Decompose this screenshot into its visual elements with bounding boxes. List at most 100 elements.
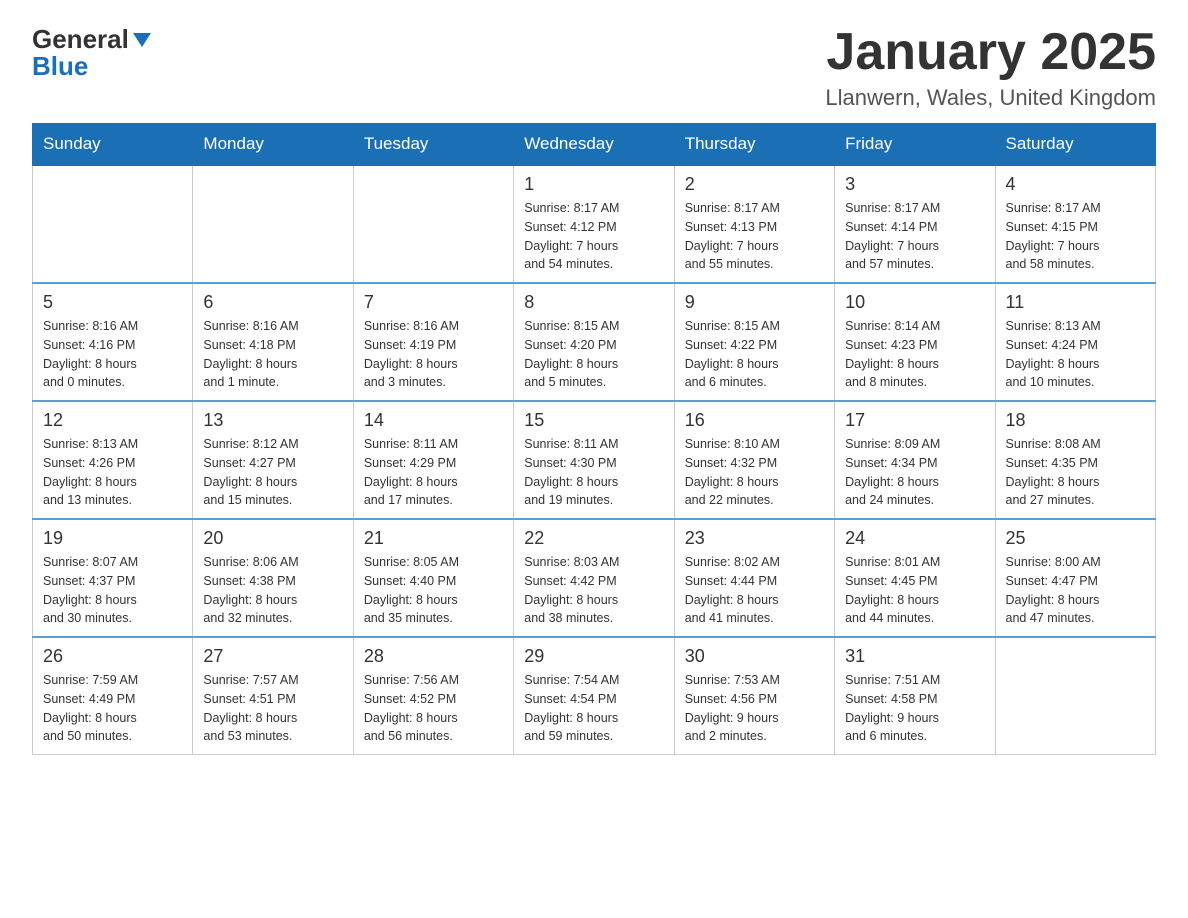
calendar-header-row: SundayMondayTuesdayWednesdayThursdayFrid… <box>33 124 1156 166</box>
header-saturday: Saturday <box>995 124 1155 166</box>
day-number: 29 <box>524 646 663 667</box>
day-info: Sunrise: 7:51 AM Sunset: 4:58 PM Dayligh… <box>845 671 984 746</box>
day-number: 1 <box>524 174 663 195</box>
calendar-cell: 2 Sunrise: 8:17 AM Sunset: 4:13 PM Daylig… <box>674 165 834 283</box>
day-number: 20 <box>203 528 342 549</box>
calendar-cell: 17 Sunrise: 8:09 AM Sunset: 4:34 PM Dayli… <box>835 401 995 519</box>
location: Llanwern, Wales, United Kingdom <box>825 85 1156 111</box>
day-info: Sunrise: 8:17 AM Sunset: 4:13 PM Dayligh… <box>685 199 824 274</box>
calendar-cell: 18 Sunrise: 8:08 AM Sunset: 4:35 PM Dayli… <box>995 401 1155 519</box>
header-sunday: Sunday <box>33 124 193 166</box>
day-info: Sunrise: 8:13 AM Sunset: 4:24 PM Dayligh… <box>1006 317 1145 392</box>
page-header: General Blue January 2025 Llanwern, Wale… <box>0 0 1188 123</box>
day-info: Sunrise: 8:02 AM Sunset: 4:44 PM Dayligh… <box>685 553 824 628</box>
header-wednesday: Wednesday <box>514 124 674 166</box>
month-title: January 2025 <box>825 24 1156 81</box>
title-block: January 2025 Llanwern, Wales, United Kin… <box>825 24 1156 111</box>
calendar-cell: 20 Sunrise: 8:06 AM Sunset: 4:38 PM Dayli… <box>193 519 353 637</box>
day-number: 14 <box>364 410 503 431</box>
calendar-cell <box>995 637 1155 755</box>
day-number: 3 <box>845 174 984 195</box>
day-number: 25 <box>1006 528 1145 549</box>
calendar-cell: 24 Sunrise: 8:01 AM Sunset: 4:45 PM Dayli… <box>835 519 995 637</box>
day-info: Sunrise: 8:17 AM Sunset: 4:15 PM Dayligh… <box>1006 199 1145 274</box>
day-number: 28 <box>364 646 503 667</box>
day-info: Sunrise: 8:10 AM Sunset: 4:32 PM Dayligh… <box>685 435 824 510</box>
calendar-cell: 9 Sunrise: 8:15 AM Sunset: 4:22 PM Daylig… <box>674 283 834 401</box>
calendar-cell: 26 Sunrise: 7:59 AM Sunset: 4:49 PM Dayli… <box>33 637 193 755</box>
calendar-cell: 13 Sunrise: 8:12 AM Sunset: 4:27 PM Dayli… <box>193 401 353 519</box>
day-info: Sunrise: 8:15 AM Sunset: 4:22 PM Dayligh… <box>685 317 824 392</box>
day-number: 15 <box>524 410 663 431</box>
calendar-cell: 8Sunrise: 8:15 AM Sunset: 4:20 PM Daylig… <box>514 283 674 401</box>
day-number: 27 <box>203 646 342 667</box>
logo: General Blue <box>32 24 153 82</box>
day-info: Sunrise: 8:07 AM Sunset: 4:37 PM Dayligh… <box>43 553 182 628</box>
day-number: 18 <box>1006 410 1145 431</box>
calendar-cell: 14 Sunrise: 8:11 AM Sunset: 4:29 PM Dayli… <box>353 401 513 519</box>
calendar-cell: 19 Sunrise: 8:07 AM Sunset: 4:37 PM Dayli… <box>33 519 193 637</box>
calendar-week-4: 19 Sunrise: 8:07 AM Sunset: 4:37 PM Dayli… <box>33 519 1156 637</box>
day-number: 2 <box>685 174 824 195</box>
header-monday: Monday <box>193 124 353 166</box>
header-friday: Friday <box>835 124 995 166</box>
calendar-cell: 25 Sunrise: 8:00 AM Sunset: 4:47 PM Dayli… <box>995 519 1155 637</box>
day-number: 23 <box>685 528 824 549</box>
day-number: 9 <box>685 292 824 313</box>
calendar-cell: 5 Sunrise: 8:16 AM Sunset: 4:16 PM Daylig… <box>33 283 193 401</box>
day-info: Sunrise: 8:12 AM Sunset: 4:27 PM Dayligh… <box>203 435 342 510</box>
day-info: Sunrise: 8:16 AM Sunset: 4:18 PM Dayligh… <box>203 317 342 392</box>
day-info: Sunrise: 8:11 AM Sunset: 4:29 PM Dayligh… <box>364 435 503 510</box>
calendar-cell: 10Sunrise: 8:14 AM Sunset: 4:23 PM Dayli… <box>835 283 995 401</box>
calendar-cell: 15 Sunrise: 8:11 AM Sunset: 4:30 PM Dayli… <box>514 401 674 519</box>
calendar-week-3: 12Sunrise: 8:13 AM Sunset: 4:26 PM Dayli… <box>33 401 1156 519</box>
day-info: Sunrise: 8:11 AM Sunset: 4:30 PM Dayligh… <box>524 435 663 510</box>
day-info: Sunrise: 8:09 AM Sunset: 4:34 PM Dayligh… <box>845 435 984 510</box>
calendar-cell: 6 Sunrise: 8:16 AM Sunset: 4:18 PM Daylig… <box>193 283 353 401</box>
day-info: Sunrise: 7:57 AM Sunset: 4:51 PM Dayligh… <box>203 671 342 746</box>
day-number: 16 <box>685 410 824 431</box>
day-number: 7 <box>364 292 503 313</box>
calendar-cell: 27 Sunrise: 7:57 AM Sunset: 4:51 PM Dayli… <box>193 637 353 755</box>
calendar-cell: 16 Sunrise: 8:10 AM Sunset: 4:32 PM Dayli… <box>674 401 834 519</box>
calendar-cell: 23 Sunrise: 8:02 AM Sunset: 4:44 PM Dayli… <box>674 519 834 637</box>
calendar-cell <box>353 165 513 283</box>
calendar-cell: 4 Sunrise: 8:17 AM Sunset: 4:15 PM Daylig… <box>995 165 1155 283</box>
logo-blue: Blue <box>32 51 88 82</box>
calendar-cell: 30 Sunrise: 7:53 AM Sunset: 4:56 PM Dayli… <box>674 637 834 755</box>
calendar-cell: 1Sunrise: 8:17 AM Sunset: 4:12 PM Daylig… <box>514 165 674 283</box>
day-number: 19 <box>43 528 182 549</box>
day-info: Sunrise: 8:01 AM Sunset: 4:45 PM Dayligh… <box>845 553 984 628</box>
calendar-cell: 29Sunrise: 7:54 AM Sunset: 4:54 PM Dayli… <box>514 637 674 755</box>
header-thursday: Thursday <box>674 124 834 166</box>
day-number: 4 <box>1006 174 1145 195</box>
day-number: 6 <box>203 292 342 313</box>
day-info: Sunrise: 8:06 AM Sunset: 4:38 PM Dayligh… <box>203 553 342 628</box>
day-number: 11 <box>1006 292 1145 313</box>
day-number: 17 <box>845 410 984 431</box>
calendar-cell: 31Sunrise: 7:51 AM Sunset: 4:58 PM Dayli… <box>835 637 995 755</box>
calendar-week-1: 1Sunrise: 8:17 AM Sunset: 4:12 PM Daylig… <box>33 165 1156 283</box>
day-info: Sunrise: 8:15 AM Sunset: 4:20 PM Dayligh… <box>524 317 663 392</box>
calendar-cell: 21Sunrise: 8:05 AM Sunset: 4:40 PM Dayli… <box>353 519 513 637</box>
day-info: Sunrise: 8:05 AM Sunset: 4:40 PM Dayligh… <box>364 553 503 628</box>
calendar-cell: 11 Sunrise: 8:13 AM Sunset: 4:24 PM Dayli… <box>995 283 1155 401</box>
calendar-cell: 22 Sunrise: 8:03 AM Sunset: 4:42 PM Dayli… <box>514 519 674 637</box>
day-number: 22 <box>524 528 663 549</box>
day-number: 30 <box>685 646 824 667</box>
day-number: 24 <box>845 528 984 549</box>
day-number: 13 <box>203 410 342 431</box>
day-number: 5 <box>43 292 182 313</box>
day-info: Sunrise: 8:08 AM Sunset: 4:35 PM Dayligh… <box>1006 435 1145 510</box>
calendar-cell: 12Sunrise: 8:13 AM Sunset: 4:26 PM Dayli… <box>33 401 193 519</box>
day-number: 12 <box>43 410 182 431</box>
day-info: Sunrise: 8:16 AM Sunset: 4:19 PM Dayligh… <box>364 317 503 392</box>
day-info: Sunrise: 8:03 AM Sunset: 4:42 PM Dayligh… <box>524 553 663 628</box>
day-info: Sunrise: 8:16 AM Sunset: 4:16 PM Dayligh… <box>43 317 182 392</box>
day-info: Sunrise: 8:00 AM Sunset: 4:47 PM Dayligh… <box>1006 553 1145 628</box>
day-number: 26 <box>43 646 182 667</box>
header-tuesday: Tuesday <box>353 124 513 166</box>
day-info: Sunrise: 7:53 AM Sunset: 4:56 PM Dayligh… <box>685 671 824 746</box>
day-number: 10 <box>845 292 984 313</box>
day-info: Sunrise: 7:59 AM Sunset: 4:49 PM Dayligh… <box>43 671 182 746</box>
